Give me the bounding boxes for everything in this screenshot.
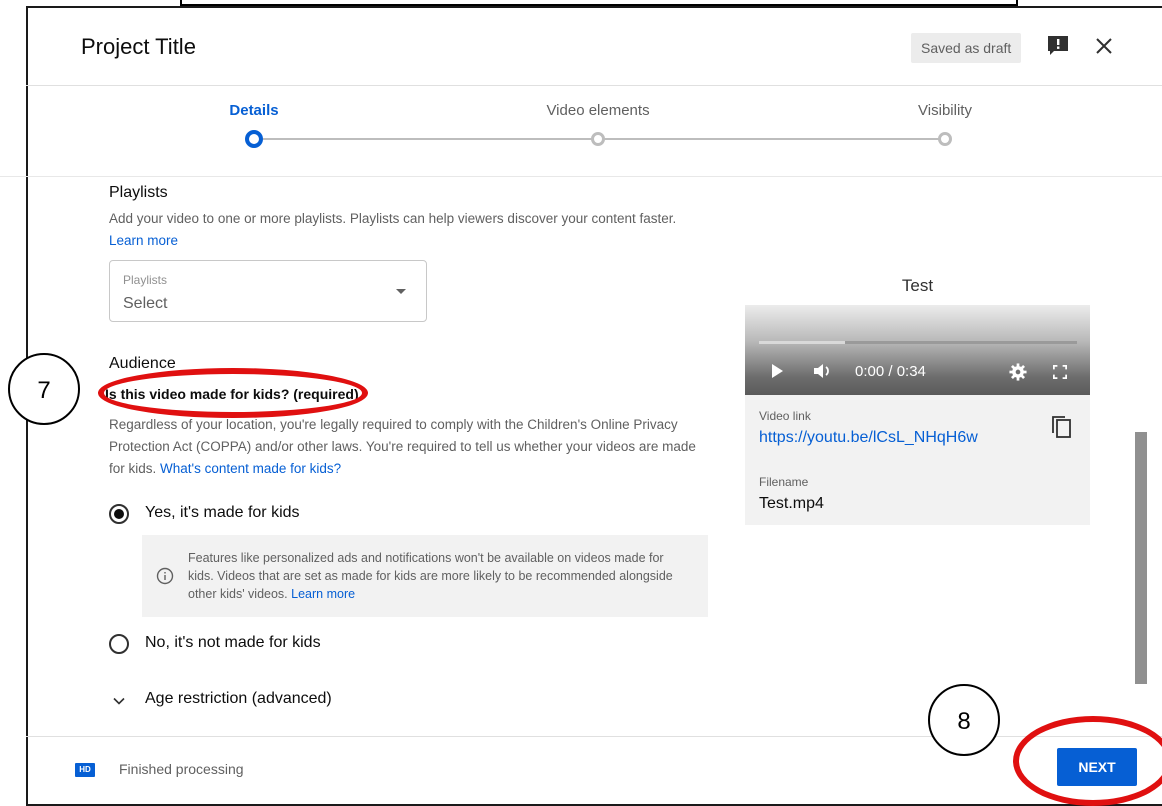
playlists-dropdown-value: Select bbox=[123, 295, 168, 312]
annotation-highlight-next bbox=[1013, 716, 1162, 806]
video-link[interactable]: https://youtu.be/lCsL_NHqH6w bbox=[759, 429, 978, 447]
video-time: 0:00 / 0:34 bbox=[855, 363, 926, 380]
tab-visibility[interactable]: Visibility bbox=[845, 102, 1045, 119]
video-progress-buffer bbox=[759, 341, 845, 344]
info-learn-more-link[interactable]: Learn more bbox=[291, 587, 355, 601]
playlists-learn-more-link[interactable]: Learn more bbox=[109, 233, 178, 248]
volume-icon[interactable] bbox=[813, 362, 835, 380]
info-text-body: Features like personalized ads and notif… bbox=[188, 551, 673, 601]
scrollbar[interactable] bbox=[1135, 432, 1147, 684]
audience-description: Regardless of your location, you're lega… bbox=[109, 414, 709, 480]
step-dot-details[interactable] bbox=[245, 130, 263, 148]
info-icon bbox=[156, 567, 174, 585]
close-icon[interactable] bbox=[1094, 36, 1114, 56]
filename-label: Filename bbox=[759, 475, 809, 489]
video-info-panel: Video link https://youtu.be/lCsL_NHqH6w … bbox=[745, 395, 1090, 525]
playlists-description-text: Add your video to one or more playlists.… bbox=[109, 211, 677, 226]
hd-icon: HD bbox=[75, 763, 95, 777]
fullscreen-icon[interactable] bbox=[1053, 365, 1067, 379]
settings-gear-icon[interactable] bbox=[1009, 363, 1027, 381]
dialog-footer: HD Finished processing NEXT bbox=[26, 736, 1162, 792]
page-title: Project Title bbox=[81, 34, 196, 59]
tab-details[interactable]: Details bbox=[154, 102, 354, 119]
playlists-dropdown-label: Playlists bbox=[123, 273, 168, 287]
filename-value: Test.mp4 bbox=[759, 495, 824, 512]
made-for-kids-yes-label[interactable]: Yes, it's made for kids bbox=[145, 504, 300, 522]
tab-video-elements[interactable]: Video elements bbox=[498, 102, 698, 119]
video-player[interactable]: 0:00 / 0:34 bbox=[745, 305, 1090, 395]
age-restriction-label: Age restriction (advanced) bbox=[145, 690, 332, 707]
processing-status: Finished processing bbox=[119, 761, 244, 777]
content-made-for-kids-link[interactable]: What's content made for kids? bbox=[160, 461, 341, 476]
made-for-kids-yes-radio[interactable] bbox=[109, 504, 129, 524]
upload-stepper: Details Video elements Visibility bbox=[0, 86, 1162, 177]
chevron-down-icon bbox=[113, 697, 125, 705]
annotation-step-8: 8 bbox=[928, 684, 1000, 756]
made-for-kids-no-radio[interactable] bbox=[109, 634, 129, 654]
video-link-label: Video link bbox=[759, 409, 811, 423]
made-for-kids-info-text: Features like personalized ads and notif… bbox=[188, 549, 688, 603]
dropdown-arrow-icon bbox=[396, 289, 406, 294]
feedback-icon[interactable] bbox=[1046, 34, 1070, 58]
step-dot-visibility[interactable] bbox=[938, 132, 952, 146]
draft-status-badge: Saved as draft bbox=[911, 33, 1022, 63]
playlists-description: Add your video to one or more playlists.… bbox=[109, 208, 709, 252]
made-for-kids-no-label[interactable]: No, it's not made for kids bbox=[145, 634, 321, 652]
video-title: Test bbox=[901, 276, 934, 295]
made-for-kids-info-box: Features like personalized ads and notif… bbox=[142, 535, 708, 617]
step-dot-video-elements[interactable] bbox=[591, 132, 605, 146]
copy-icon[interactable] bbox=[1050, 415, 1072, 439]
annotation-step-7: 7 bbox=[8, 353, 80, 425]
playlists-dropdown[interactable]: Playlists Select bbox=[109, 260, 427, 322]
play-icon[interactable] bbox=[769, 363, 785, 379]
playlists-title: Playlists bbox=[109, 184, 168, 201]
annotation-highlight-question bbox=[98, 368, 368, 418]
dialog-header: Project Title Saved as draft bbox=[26, 6, 1162, 86]
